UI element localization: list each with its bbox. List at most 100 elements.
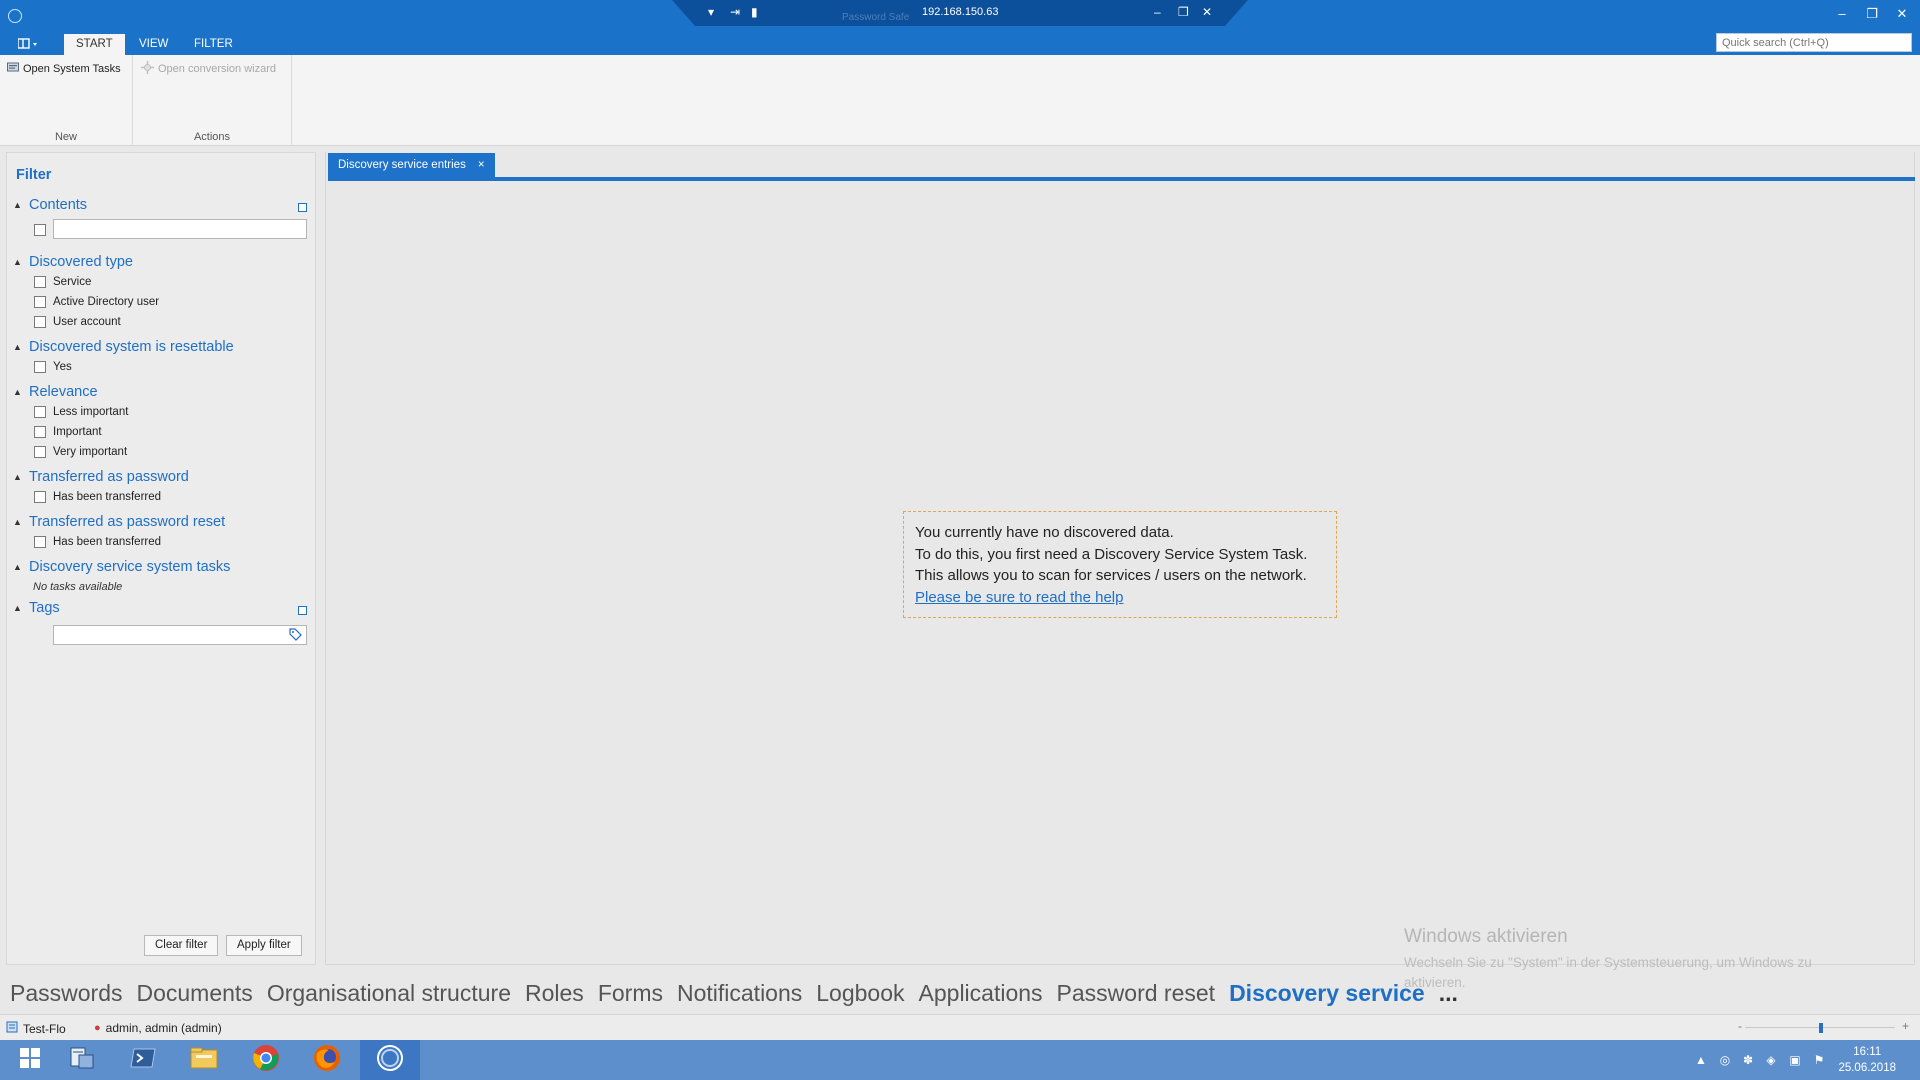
ribbon-group-new: Open System Tasks New <box>0 55 133 146</box>
help-link[interactable]: Please be sure to read the help <box>915 587 1325 609</box>
rdp-pin-icon[interactable]: ▾ <box>708 5 714 19</box>
filter-option-yes[interactable]: Yes <box>34 361 72 373</box>
nav-documents[interactable]: Documents <box>136 980 252 1007</box>
tray-overflow-icon[interactable]: ▲ <box>1694 1053 1708 1067</box>
close-button[interactable]: ✕ <box>1892 6 1912 22</box>
filter-section-discovered-type[interactable]: ▲ Discovered type <box>13 254 133 270</box>
nav-discovery-service[interactable]: Discovery service <box>1229 980 1425 1007</box>
nav-forms[interactable]: Forms <box>598 980 663 1007</box>
quick-search-input[interactable] <box>1716 33 1912 52</box>
tags-input[interactable] <box>53 625 307 645</box>
zoom-out-button[interactable]: - <box>1738 1019 1742 1033</box>
start-button[interactable] <box>0 1040 60 1080</box>
filter-option-user-account[interactable]: User account <box>34 316 121 328</box>
filter-section-resettable[interactable]: ▲ Discovered system is resettable <box>13 339 234 355</box>
filter-option-ad-user[interactable]: Active Directory user <box>34 296 159 308</box>
zoom-in-button[interactable]: + <box>1902 1019 1909 1033</box>
tray-sync-icon[interactable]: ✽ <box>1741 1053 1755 1067</box>
apply-filter-button[interactable]: Apply filter <box>226 935 302 956</box>
filter-option-very-important[interactable]: Very important <box>34 446 127 458</box>
nav-notifications[interactable]: Notifications <box>677 980 802 1007</box>
filter-option-less-important[interactable]: Less important <box>34 406 128 418</box>
tag-icon[interactable] <box>289 628 302 646</box>
taskbar-server-manager[interactable] <box>52 1040 112 1080</box>
checkbox[interactable] <box>34 361 46 373</box>
database-name: Test-Flo <box>23 1021 66 1036</box>
filter-section-relevance[interactable]: ▲ Relevance <box>13 384 98 400</box>
restore-button[interactable]: ❐ <box>1862 6 1882 22</box>
tray-network-icon[interactable]: ▣ <box>1788 1053 1802 1067</box>
filter-section-contents[interactable]: ▲ Contents <box>13 197 87 213</box>
checkbox[interactable] <box>34 446 46 458</box>
close-tab-icon[interactable]: × <box>478 153 485 177</box>
folder-icon <box>190 1046 218 1075</box>
option-label: Service <box>53 276 92 288</box>
option-label: Important <box>53 426 102 438</box>
nav-passwords[interactable]: Passwords <box>10 980 122 1007</box>
tags-toggle-checkbox[interactable] <box>298 606 307 615</box>
powershell-icon <box>130 1047 156 1074</box>
user-icon: ● <box>94 1022 101 1034</box>
taskbar-chrome[interactable] <box>236 1040 296 1080</box>
filter-section-title: Contents <box>29 197 88 213</box>
filter-option-important[interactable]: Important <box>34 426 102 438</box>
quick-access-menu-icon[interactable] <box>17 38 44 52</box>
password-safe-icon <box>376 1044 404 1077</box>
taskbar-file-explorer[interactable] <box>174 1040 234 1080</box>
nav-roles[interactable]: Roles <box>525 980 584 1007</box>
clear-filter-button[interactable]: Clear filter <box>144 935 219 956</box>
taskbar-powershell[interactable] <box>113 1040 173 1080</box>
tab-view[interactable]: VIEW <box>127 34 180 55</box>
collapse-caret-icon: ▲ <box>13 562 22 572</box>
tray-flag-icon[interactable]: ⚑ <box>1812 1053 1826 1067</box>
rdp-host-ip: 192.168.150.63 <box>922 6 999 18</box>
checkbox[interactable] <box>34 276 46 288</box>
remote-desktop-bar: ▾ ⇥ ▮ Password Safe 192.168.150.63 – ❐ ✕ <box>672 0 1248 26</box>
taskbar-password-safe[interactable] <box>360 1040 420 1080</box>
contents-checkbox[interactable] <box>34 224 46 236</box>
tray-volume-muted-icon[interactable]: ◈ <box>1764 1053 1778 1067</box>
checkbox[interactable] <box>34 316 46 328</box>
open-conversion-wizard-button[interactable]: Open conversion wizard <box>141 61 276 77</box>
clock-date: 25.06.2018 <box>1838 1062 1896 1074</box>
filter-section-transferred-reset[interactable]: ▲ Transferred as password reset <box>13 514 225 530</box>
tab-underline <box>328 177 1915 181</box>
contents-search-input[interactable] <box>53 219 307 239</box>
checkbox[interactable] <box>34 536 46 548</box>
nav-applications[interactable]: Applications <box>919 980 1043 1007</box>
taskbar-firefox[interactable] <box>297 1040 357 1080</box>
filter-section-tags[interactable]: ▲ Tags <box>13 600 60 616</box>
checkbox[interactable] <box>34 406 46 418</box>
wizard-icon <box>141 61 154 77</box>
clock-time: 16:11 <box>1853 1046 1882 1058</box>
ribbon-group-actions-label: Actions <box>193 131 231 143</box>
tab-discovery-service-entries[interactable]: Discovery service entries × <box>328 153 495 177</box>
tab-start[interactable]: START <box>64 34 125 55</box>
minimize-button[interactable]: – <box>1832 6 1852 21</box>
nav-organisational-structure[interactable]: Organisational structure <box>267 980 511 1007</box>
taskbar-clock[interactable]: 16:11 25.06.2018 <box>1838 1044 1896 1076</box>
rdp-close-button[interactable]: ✕ <box>1202 5 1212 19</box>
filter-section-system-tasks[interactable]: ▲ Discovery service system tasks <box>13 559 230 575</box>
filter-section-title: Discovered type <box>29 254 133 270</box>
checkbox[interactable] <box>34 491 46 503</box>
rdp-minimize-button[interactable]: – <box>1154 5 1161 19</box>
contents-toggle-checkbox[interactable] <box>298 203 307 212</box>
checkbox[interactable] <box>34 426 46 438</box>
rdp-pushpin-icon[interactable]: ⇥ <box>730 5 740 19</box>
tab-filter[interactable]: FILTER <box>182 34 245 55</box>
open-system-tasks-button[interactable]: Open System Tasks <box>7 61 121 76</box>
rdp-restore-button[interactable]: ❐ <box>1178 5 1189 19</box>
filter-option-has-been-transferred[interactable]: Has been transferred <box>34 491 161 503</box>
no-data-info-box: You currently have no discovered data. T… <box>903 511 1337 618</box>
nav-password-reset[interactable]: Password reset <box>1057 980 1216 1007</box>
filter-option-service[interactable]: Service <box>34 276 91 288</box>
option-label: Active Directory user <box>53 296 160 308</box>
filter-section-transferred-password[interactable]: ▲ Transferred as password <box>13 469 189 485</box>
filter-option-reset-transferred[interactable]: Has been transferred <box>34 536 161 548</box>
tray-app-icon[interactable]: ◎ <box>1718 1053 1732 1067</box>
checkbox[interactable] <box>34 296 46 308</box>
nav-logbook[interactable]: Logbook <box>816 980 904 1007</box>
nav-more-button[interactable]: ... <box>1439 980 1458 1007</box>
zoom-slider-thumb[interactable] <box>1819 1023 1823 1033</box>
